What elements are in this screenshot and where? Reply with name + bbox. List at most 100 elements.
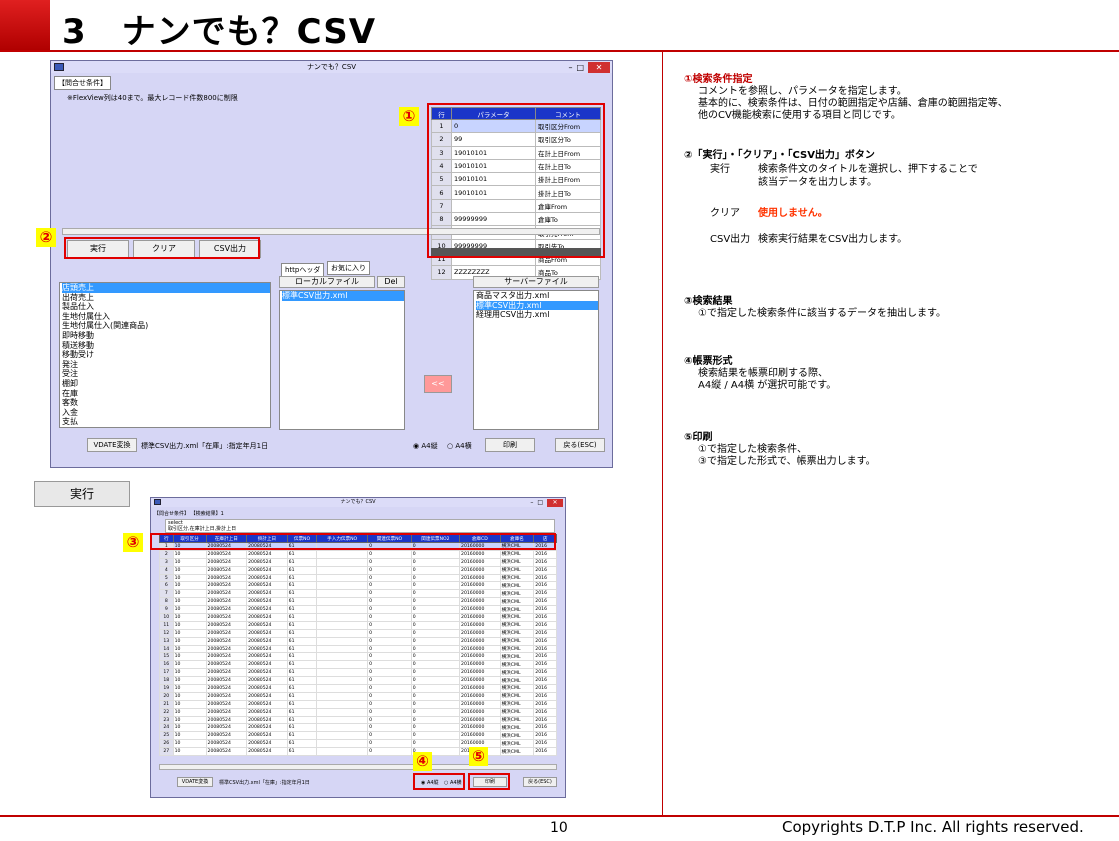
result-row[interactable]: 15 10 20080524 20080524 61 0 0 20160000 横浜CML 201… [159,652,557,662]
result-row[interactable]: 2 10 20080524 20080524 61 0 0 20160000 横浜CML 2016 [159,549,557,559]
result-close-icon[interactable]: ✕ [547,498,563,507]
result-cell: 横浜CML [499,565,535,575]
maximize-icon[interactable]: □ [576,63,584,72]
result-row[interactable]: 25 10 20080524 20080524 61 0 0 20160000 横浜CML 201… [159,731,557,741]
back-button[interactable]: 戻る(ESC) [555,438,605,452]
result-maximize-icon[interactable]: □ [537,499,543,506]
result-cell: 10 [172,549,207,559]
result-cell: 20160000 [459,676,501,686]
result-cell: 20160000 [459,605,501,615]
server-file-item[interactable]: 標準CSV出力.xml [476,300,598,311]
result-cell: 20080524 [246,549,288,559]
result-row[interactable]: 24 10 20080524 20080524 61 0 0 20160000 横浜CML 201… [159,723,557,733]
result-cell: 20080524 [246,668,288,678]
a4-landscape-radio[interactable]: ○ A4横 [447,441,472,451]
local-file-list[interactable]: 標準CSV出力.xml [279,290,405,430]
result-row[interactable]: 13 10 20080524 20080524 61 0 0 20160000 横浜CML 201… [159,636,557,646]
query-category-item[interactable]: 店頭売上 [62,283,270,293]
local-file-item[interactable]: 標準CSV出力.xml [282,291,404,301]
result-row[interactable]: 9 10 20080524 20080524 61 0 0 20160000 横浜CML 2016 [159,605,557,615]
result-row[interactable]: 6 10 20080524 20080524 61 0 0 20160000 横浜CML 2016 [159,581,557,591]
result-row[interactable]: 16 10 20080524 20080524 61 0 0 20160000 横浜CML 201… [159,660,557,670]
result-row[interactable]: 5 10 20080524 20080524 61 0 0 20160000 横浜CML 2016 [159,573,557,583]
query-category-item[interactable]: 積送移動 [62,341,270,351]
query-category-item[interactable]: 入金 [62,408,270,418]
vdate-convert-button[interactable]: VDATE変換 [87,438,137,452]
result-row[interactable]: 18 10 20080524 20080524 61 0 0 20160000 横浜CML 201… [159,676,557,686]
result-cell: 2016 [533,707,557,717]
result-row[interactable]: 11 10 20080524 20080524 61 0 0 20160000 横浜CML 201… [159,620,557,630]
result-row[interactable]: 8 10 20080524 20080524 61 0 0 20160000 横浜CML 2016 [159,597,557,607]
result-cell: 61 [286,660,318,670]
result-cell: 20080524 [246,636,288,646]
query-category-item[interactable]: 発注 [62,360,270,370]
s2-run-desc-1: 検索条件文のタイトルを選択し、押下することで [758,164,978,175]
sql-textbox[interactable]: select 取引区分,在庫計上日,掛計上日 [165,519,555,533]
result-row[interactable]: 26 10 20080524 20080524 61 0 0 20160000 横浜CML 201… [159,739,557,749]
result-hscrollbar[interactable] [159,764,557,770]
result-row[interactable]: 17 10 20080524 20080524 61 0 0 20160000 横浜CML 201… [159,668,557,678]
query-category-item[interactable]: 客数 [62,398,270,408]
query-category-item[interactable]: 移動受け [62,350,270,360]
query-category-item[interactable]: 支払 [62,417,270,427]
close-icon[interactable]: ✕ [588,61,610,73]
query-category-item[interactable]: 生地付属仕入(関連商品) [62,321,270,331]
result-cell: 0 [367,684,412,693]
a4-portrait-radio[interactable]: ◉ A4縦 [413,441,438,451]
result-row-number: 8 [159,597,174,607]
marker-3: ③ [123,533,143,552]
query-category-item[interactable]: 契約発注 [62,427,270,428]
result-vdate-button[interactable]: VDATE変換 [177,777,213,787]
result-row-number: 22 [159,707,174,717]
result-row[interactable]: 10 10 20080524 20080524 61 0 0 20160000 横浜CML 201… [159,613,557,622]
result-cell [316,644,369,654]
result-cell: 横浜CML [499,652,535,662]
result-row-number: 17 [159,668,174,678]
result-row[interactable]: 23 10 20080524 20080524 61 0 0 20160000 横浜CML 201… [159,715,557,725]
query-category-item[interactable]: 在庫 [62,389,270,399]
result-row[interactable]: 21 10 20080524 20080524 61 0 0 20160000 横浜CML 201… [159,699,557,709]
result-cell: 横浜CML [499,557,535,567]
result-row[interactable]: 12 10 20080524 20080524 61 0 0 20160000 横浜CML 201… [159,628,557,638]
tab-favorites[interactable]: お気に入り [327,261,370,275]
query-category-item[interactable]: 出荷売上 [62,293,270,303]
result-cell: 20080524 [205,549,248,559]
server-file-item[interactable]: 経理用CSV出力.xml [476,310,598,320]
result-cell [316,652,369,662]
result-row[interactable]: 3 10 20080524 20080524 61 0 0 20160000 横浜CML 2016 [159,557,557,567]
result-minimize-icon[interactable]: – [530,499,533,506]
server-file-list[interactable]: 商品マスタ出力.xml 標準CSV出力.xml 経理用CSV出力.xml [473,290,599,430]
result-cell: 61 [286,747,318,757]
result-cell: 61 [286,620,318,630]
local-file-button[interactable]: ローカルファイル [279,276,375,288]
limit-note: ※FlexView列は40まで。最大レコード件数800に制限 [67,94,238,102]
result-cell: 0 [410,605,461,615]
print-button[interactable]: 印刷 [485,438,535,452]
query-category-list[interactable]: 店頭売上 出荷売上 製品仕入 生地付属仕入 生地付属仕入(関連商品) 即時移動 積送移動 移動… [59,282,271,428]
minimize-icon[interactable]: – [568,63,572,72]
result-row[interactable]: 22 10 20080524 20080524 61 0 0 20160000 横浜CML 201… [159,707,557,717]
result-tabs[interactable]: 【問合せ条件】 【検索結果】1 [154,510,224,517]
result-row[interactable]: 19 10 20080524 20080524 61 0 0 20160000 横浜CML 201… [159,684,557,693]
result-cell: 横浜CML [499,628,535,638]
server-file-button[interactable]: サーバーファイル [473,276,599,288]
query-category-item[interactable]: 製品仕入 [62,302,270,312]
result-row[interactable]: 7 10 20080524 20080524 61 0 0 20160000 横浜CML 2016 [159,589,557,599]
query-category-item[interactable]: 棚卸 [62,379,270,389]
query-category-item[interactable]: 生地付属仕入 [62,312,270,322]
result-row[interactable]: 20 10 20080524 20080524 61 0 0 20160000 横浜CML 201… [159,691,557,701]
result-row[interactable]: 27102008052420080524610020160000横浜CML201… [159,747,557,757]
result-cell: 20080524 [246,731,288,741]
result-back-button[interactable]: 戻る(ESC) [523,777,557,787]
result-grid[interactable]: 行取引区分 在庫計上日 掛計上日 伝票NO 手入力伝票NO 関連伝票NO 関連伝票NO2 倉庫… [159,534,557,757]
query-category-item[interactable]: 受注 [62,369,270,379]
delete-button[interactable]: Del [377,276,405,288]
result-row[interactable]: 14 10 20080524 20080524 61 0 0 20160000 横浜CML 201… [159,644,557,654]
server-file-item[interactable]: 商品マスタ出力.xml [476,291,598,301]
tab-query-conditions[interactable]: 【問合せ条件】 [54,76,111,90]
result-row[interactable]: 4 10 20080524 20080524 61 0 0 20160000 横浜CML 2016 [159,565,557,575]
query-category-item[interactable]: 即時移動 [62,331,270,341]
result-cell [316,565,369,575]
move-left-button[interactable]: << [424,375,452,393]
tab-http-header[interactable]: httpヘッダ [281,263,325,277]
